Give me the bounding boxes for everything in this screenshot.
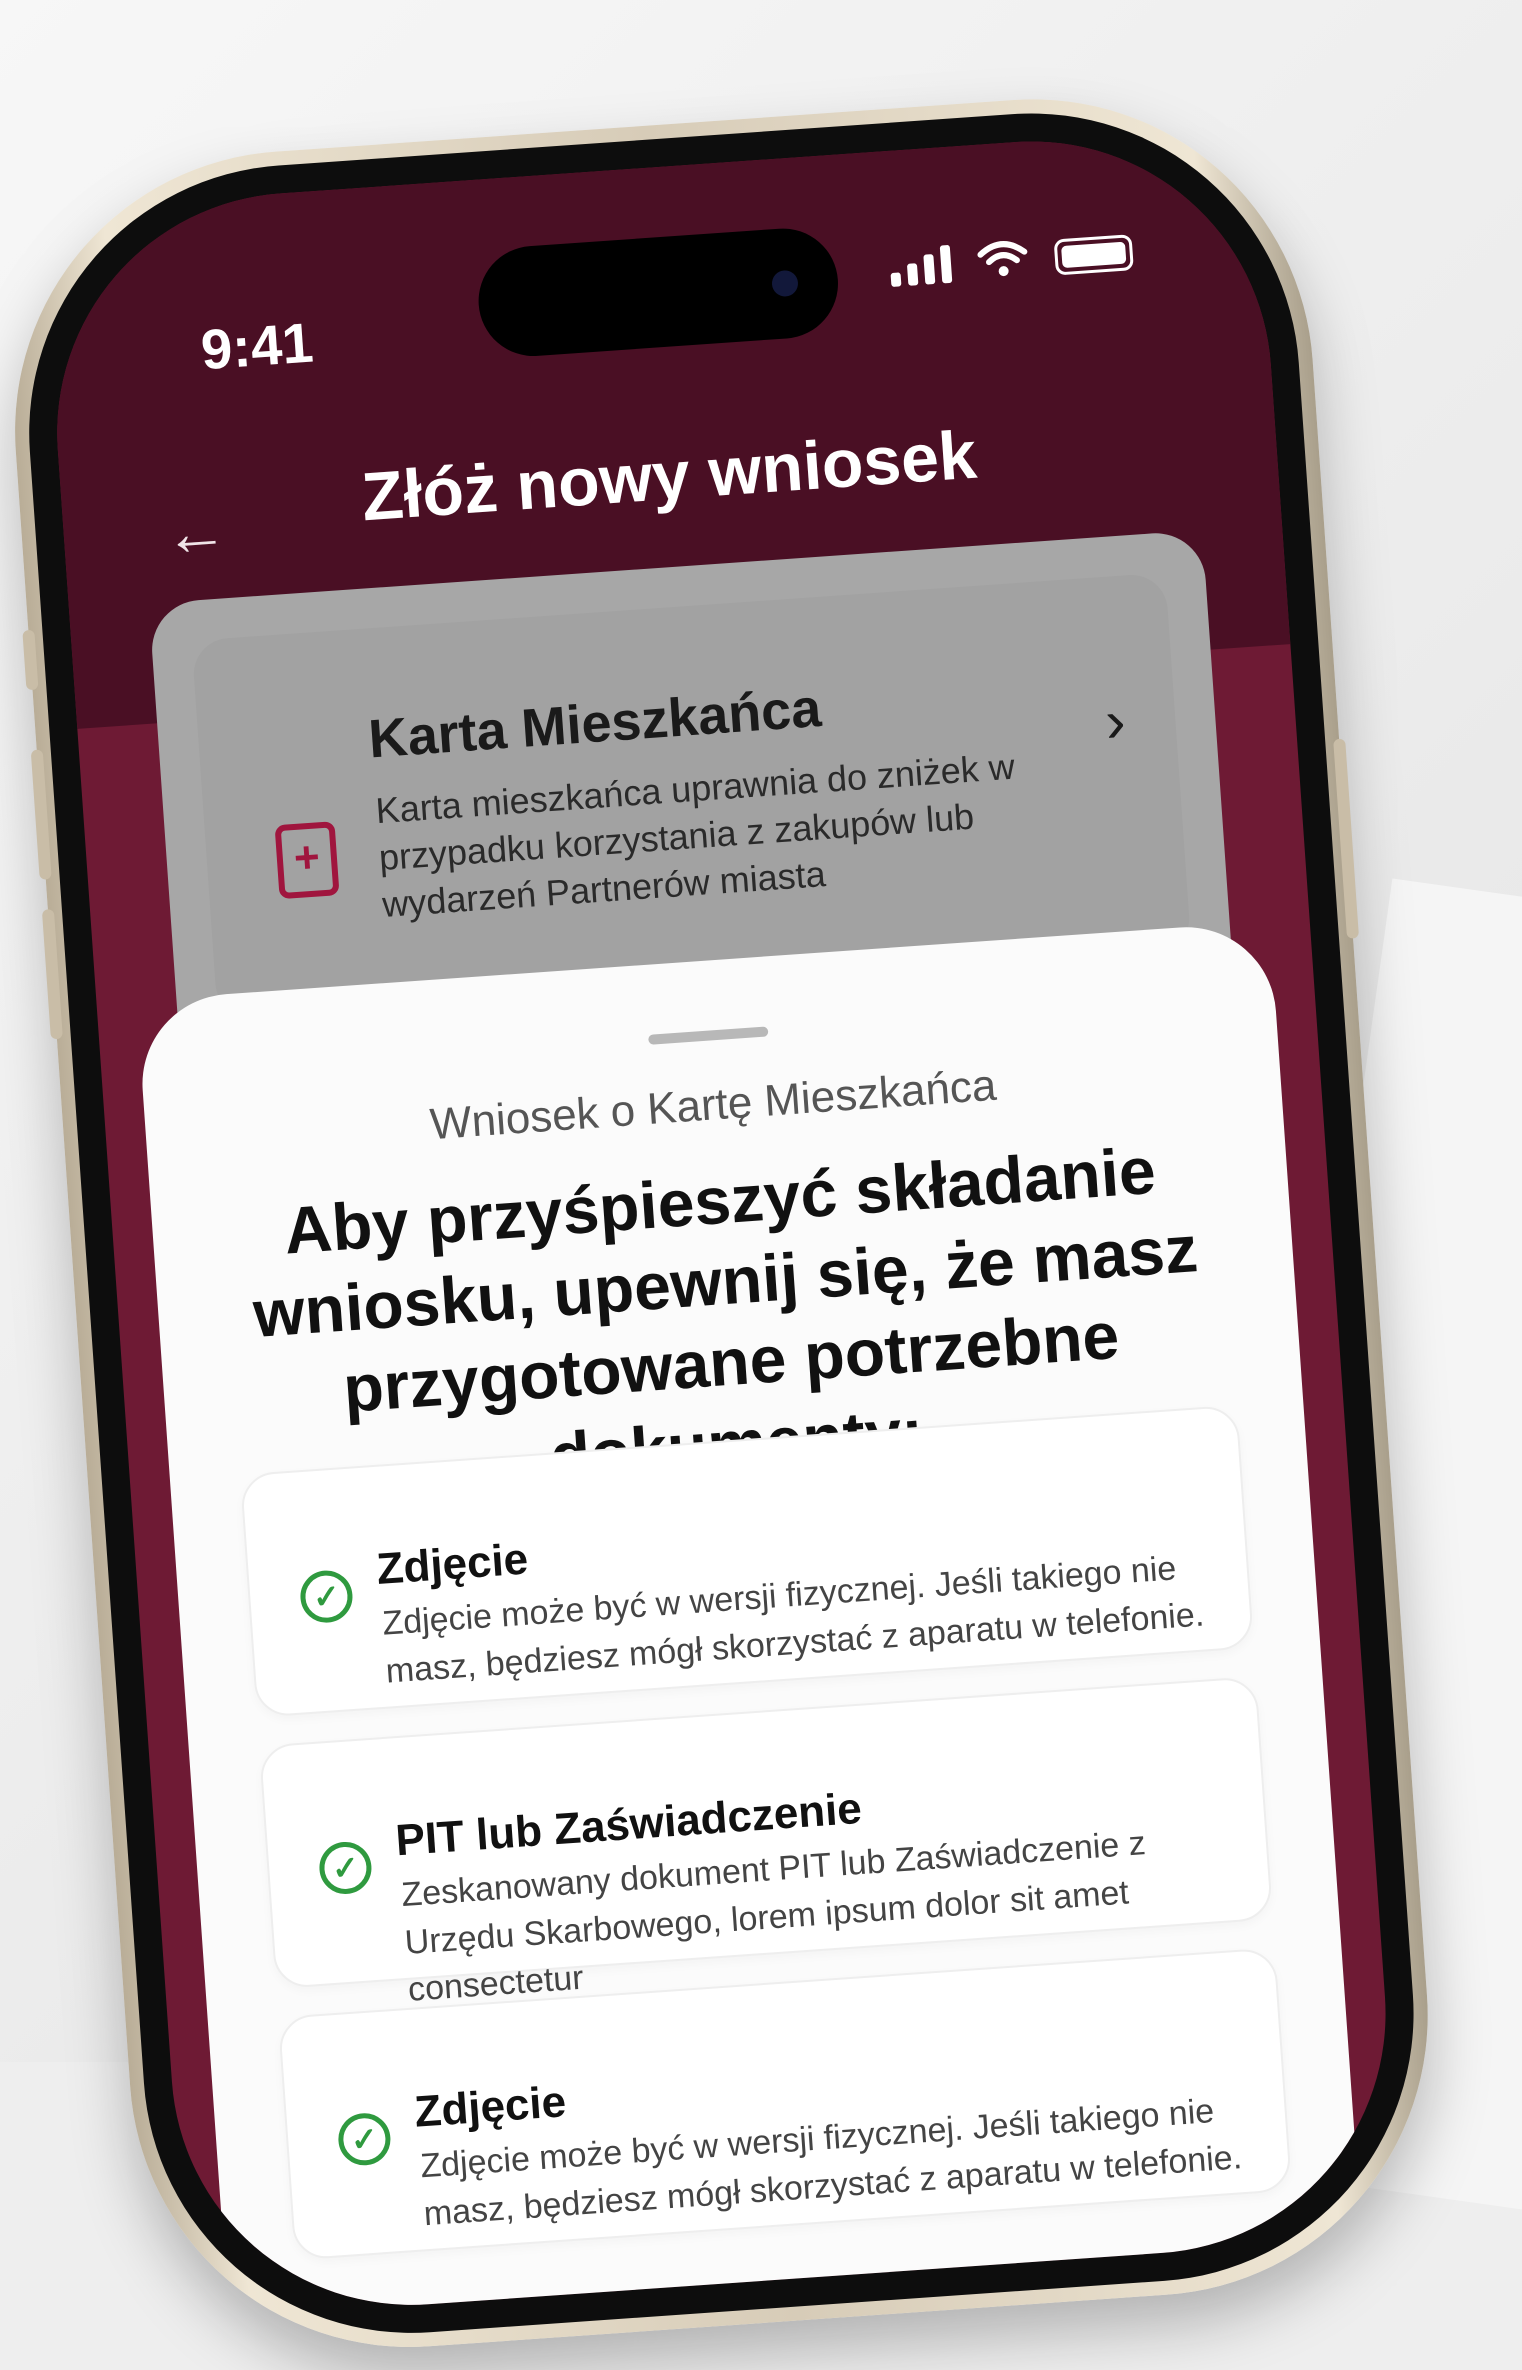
bottom-sheet: Wniosek o Kartę Mieszkańca Aby przyśpies…: [136, 921, 1368, 2321]
check-circle-icon: ✓: [336, 2111, 393, 2168]
battery-icon: [1053, 234, 1134, 276]
signal-icon: [889, 244, 953, 288]
document-title: Zdjęcie: [374, 1534, 530, 1594]
check-circle-icon: ✓: [317, 1840, 374, 1896]
file-plus-icon: +: [274, 821, 340, 900]
sheet-drag-handle[interactable]: [648, 1026, 769, 1045]
phone-mockup: 9:41 ← Złóż nowy wniosek + Karta Mieszka…: [0, 0, 1522, 2366]
camera-icon: [771, 269, 799, 298]
document-list: ✓ Zdjęcie Zdjęcie może być w wersji fizy…: [239, 1404, 1294, 2289]
status-time: 9:41: [198, 310, 316, 382]
wifi-icon: [977, 241, 1028, 277]
check-circle-icon: ✓: [298, 1568, 355, 1625]
document-item: ✓ PIT lub Zaświadczenie Zeskanowany doku…: [258, 1675, 1274, 2009]
document-title: Zdjęcie: [412, 2077, 568, 2137]
app-screen: 9:41 ← Złóż nowy wniosek + Karta Mieszka…: [41, 125, 1402, 2321]
